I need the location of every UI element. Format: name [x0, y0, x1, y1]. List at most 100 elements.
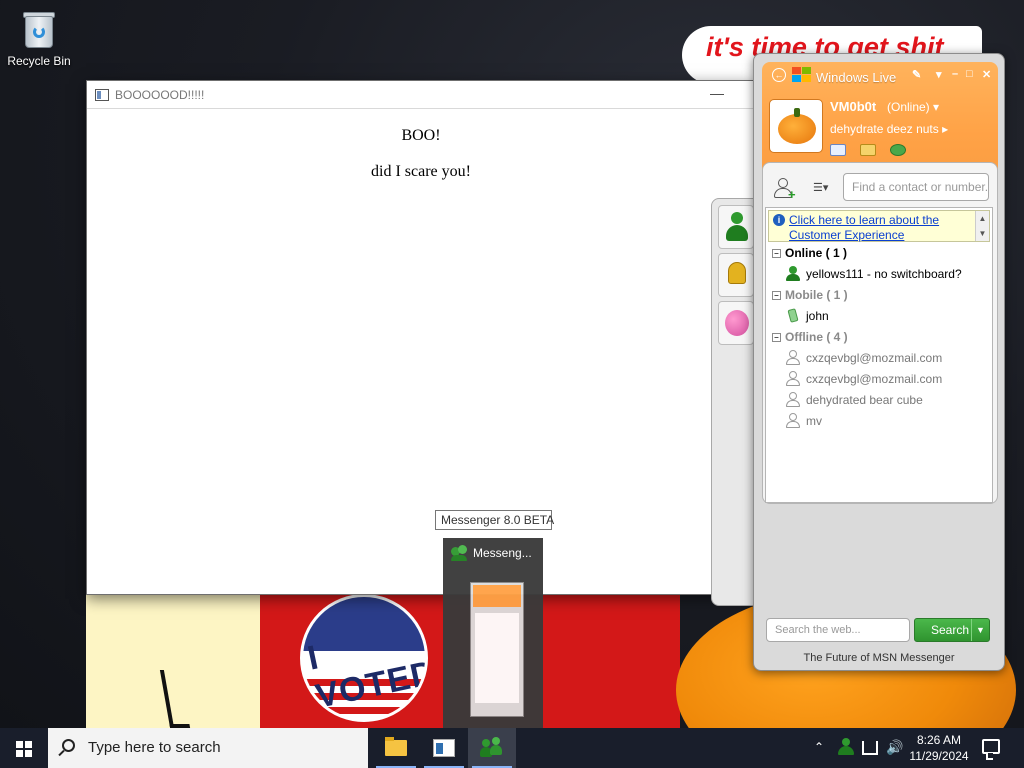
spaces-icon[interactable]: [860, 144, 876, 156]
display-picture[interactable]: [770, 100, 822, 152]
file-explorer-icon: [385, 737, 407, 756]
taskbar: Type here to search ⌃ 🔊 8:26 AM 11/29/20…: [0, 728, 1024, 768]
content-line-boo: BOO!: [401, 127, 441, 144]
mobile-phone-icon: [786, 308, 800, 323]
customer-experience-link[interactable]: Click here to learn about the Customer E…: [789, 213, 973, 243]
mail-icon[interactable]: [830, 144, 846, 156]
minimize-icon[interactable]: –: [952, 68, 958, 80]
desktop-icon-recycle-bin[interactable]: Recycle Bin: [4, 8, 74, 68]
contact-list: i Click here to learn about the Customer…: [765, 207, 993, 503]
contact-list-panel: + ☰▾ Find a contact or number... i Click…: [762, 162, 998, 504]
taskbar-app-file-explorer[interactable]: [372, 728, 420, 768]
find-contact-input[interactable]: Find a contact or number...: [843, 173, 989, 201]
info-bar-scroll[interactable]: ▲ ▼: [975, 211, 989, 241]
page-icon: [95, 88, 109, 101]
tab-contacts[interactable]: [718, 205, 754, 249]
bell-icon: [728, 262, 746, 284]
contact-name: cxzqevbgl@mozmail.com: [806, 350, 943, 365]
offline-buddy-icon: [786, 371, 800, 386]
taskbar-search-placeholder: Type here to search: [88, 739, 221, 756]
recycle-bin-icon: [21, 10, 57, 50]
collapse-icon: –: [772, 290, 781, 300]
pumpkin-avatar-icon: [778, 114, 816, 144]
messenger-side-tabs: [711, 198, 757, 606]
search-button-label: Search: [931, 623, 970, 637]
contact-item[interactable]: cxzqevbgl@mozmail.com: [786, 350, 942, 365]
preview-thumbnail: [470, 582, 524, 717]
contact-item[interactable]: john: [786, 308, 829, 323]
messenger-icon: [480, 737, 504, 759]
contact-item[interactable]: yellows111 - no switchboard?: [786, 266, 962, 281]
taskbar-search-box[interactable]: Type here to search: [48, 728, 368, 768]
offline-buddy-icon: [786, 350, 800, 365]
browser-content: BOO! did I scare you!: [87, 127, 755, 181]
volume-icon[interactable]: 🔊: [886, 739, 903, 768]
preview-title: Messeng...: [473, 546, 532, 560]
taskbar-app-window[interactable]: [420, 728, 468, 768]
menu-dropdown-icon[interactable]: ▾: [936, 68, 942, 81]
offline-buddy-icon: [786, 413, 800, 428]
fun-tab-icon: [725, 310, 749, 336]
offline-buddy-icon: [786, 392, 800, 407]
web-search-button[interactable]: Search ▼: [914, 618, 990, 642]
group-label: Offline ( 4 ): [785, 330, 848, 344]
add-contact-icon: +: [788, 187, 796, 202]
close-icon[interactable]: ✕: [982, 68, 991, 81]
desktop: it's time to get shit I VOTED Recycle Bi…: [0, 0, 1024, 728]
messenger-window: ← Windows Live ✎ ▾ – □ ✕ VM0b0t (Online)…: [753, 53, 1005, 671]
start-button[interactable]: [0, 728, 48, 768]
taskbar-thumbnail-preview[interactable]: Messeng...: [443, 538, 543, 728]
system-clock[interactable]: 8:26 AM 11/29/2024: [904, 732, 974, 764]
tray-messenger-icon[interactable]: [838, 738, 854, 756]
user-status-text: (Online): [887, 100, 930, 114]
msn-today-icon[interactable]: [890, 144, 906, 156]
group-header-mobile[interactable]: – Mobile ( 1 ): [772, 288, 848, 302]
contact-item[interactable]: cxzqevbgl@mozmail.com: [786, 371, 942, 386]
show-hidden-icons-chevron[interactable]: ⌃: [814, 740, 824, 768]
contact-item[interactable]: dehydrated bear cube: [786, 392, 923, 407]
group-label: Online ( 1 ): [785, 246, 848, 260]
user-display-name[interactable]: VM0b0t: [830, 99, 876, 114]
group-header-online[interactable]: – Online ( 1 ): [772, 246, 847, 260]
tab-fun[interactable]: [718, 301, 754, 345]
taskbar-tooltip: Messenger 8.0 BETA: [435, 510, 554, 530]
minimize-button[interactable]: —: [707, 85, 727, 103]
info-icon: i: [773, 214, 785, 226]
contact-item[interactable]: mv: [786, 413, 822, 428]
clock-date: 11/29/2024: [909, 749, 969, 763]
web-search-input[interactable]: Search the web...: [766, 618, 910, 642]
list-options-button[interactable]: ☰▾: [813, 181, 839, 195]
back-arrow-icon[interactable]: ←: [772, 68, 786, 82]
contact-name: dehydrated bear cube: [806, 392, 923, 407]
personal-message[interactable]: dehydrate deez nuts ▸: [830, 122, 948, 136]
add-contact-button[interactable]: +: [773, 177, 797, 202]
search-dropdown-icon[interactable]: ▼: [971, 619, 989, 641]
maximize-icon[interactable]: □: [966, 68, 973, 80]
contact-name: john: [806, 308, 829, 323]
notification-icon[interactable]: [982, 739, 1000, 760]
browser-window: BOOOOOOD!!!!! — BOO! did I scare you!: [86, 80, 756, 595]
collapse-icon: –: [772, 332, 781, 342]
tab-alerts[interactable]: [718, 253, 754, 297]
network-icon[interactable]: [862, 741, 878, 755]
content-line-scare: did I scare you!: [371, 163, 471, 180]
messenger-footer: The Future of MSN Messenger: [803, 652, 955, 664]
header-quick-icons: [830, 144, 906, 156]
browser-titlebar[interactable]: BOOOOOOD!!!!! —: [87, 81, 755, 109]
user-status[interactable]: (Online) ▾: [887, 100, 939, 114]
personal-message-text: dehydrate deez nuts: [830, 122, 939, 136]
clock-time: 8:26 AM: [916, 733, 962, 747]
i-voted-sticker: I VOTED: [300, 594, 428, 722]
browser-title: BOOOOOOD!!!!!: [115, 87, 205, 102]
contact-name: yellows111 - no switchboard?: [806, 266, 962, 281]
windows-flag-icon: [792, 67, 812, 83]
search-icon: [62, 739, 75, 752]
customize-icon[interactable]: ✎: [912, 68, 921, 81]
group-header-offline[interactable]: – Offline ( 4 ): [772, 330, 848, 344]
contacts-icon: [726, 212, 748, 242]
taskbar-app-messenger[interactable]: [468, 728, 516, 768]
contact-name: cxzqevbgl@mozmail.com: [806, 371, 943, 386]
contact-name: mv: [806, 413, 822, 428]
window-app-icon: [433, 739, 455, 757]
brand-title: Windows Live: [816, 70, 897, 85]
